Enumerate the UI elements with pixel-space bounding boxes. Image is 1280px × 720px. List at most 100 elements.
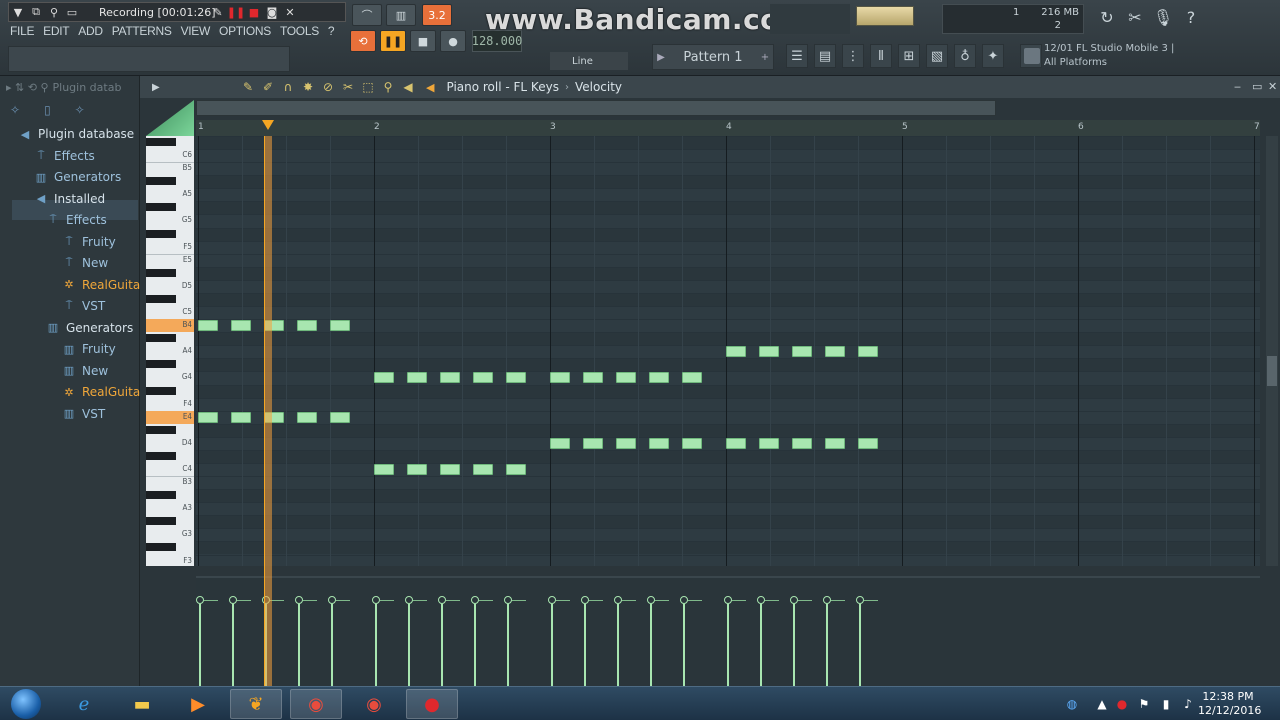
menu-file[interactable]: FILE [10, 24, 34, 38]
record-button[interactable]: ● [440, 30, 466, 52]
note[interactable] [726, 346, 746, 358]
velocity-handle[interactable] [438, 596, 446, 604]
velocity-lane[interactable] [196, 576, 1260, 686]
note[interactable] [792, 346, 812, 358]
note[interactable] [330, 411, 350, 423]
note[interactable] [682, 437, 702, 449]
velocity-bar[interactable] [474, 604, 476, 686]
note[interactable] [550, 437, 570, 449]
velocity-handle[interactable] [614, 596, 622, 604]
tools-icon[interactable]: ✦ [982, 44, 1004, 68]
note[interactable] [759, 437, 779, 449]
note[interactable] [374, 372, 394, 384]
black-key[interactable] [146, 386, 176, 395]
velocity-handle[interactable] [724, 596, 732, 604]
velocity-bar[interactable] [298, 604, 300, 686]
black-key[interactable] [146, 138, 176, 146]
pattern-song-toggle[interactable]: ▥ [386, 4, 416, 26]
velocity-bar[interactable] [683, 604, 685, 686]
menu-help[interactable]: ? [328, 24, 335, 38]
velocity-handle[interactable] [471, 596, 479, 604]
note[interactable] [858, 346, 878, 358]
help-icon[interactable]: ? [1180, 6, 1202, 28]
velocity-handle[interactable] [328, 596, 336, 604]
cut-icon[interactable]: ✂ [1124, 6, 1146, 28]
vertical-scrollbar[interactable] [1266, 136, 1278, 566]
menu-options[interactable]: OPTIONS [219, 24, 271, 38]
browser-item[interactable]: ⍑ Effects [34, 146, 95, 166]
note[interactable] [506, 372, 526, 384]
browser-icon[interactable]: ▧ [926, 44, 948, 68]
bandicam-tray-icon[interactable]: ● [1114, 696, 1130, 712]
velocity-handle[interactable] [229, 596, 237, 604]
browser-item[interactable]: ⍑ Fruity [62, 232, 116, 252]
browser-item[interactable]: ▥ Generators [46, 318, 133, 338]
browser-item[interactable]: ✲ RealGuitar [62, 382, 145, 402]
camera-icon[interactable]: ◙ [263, 3, 281, 21]
velocity-bar[interactable] [584, 604, 586, 686]
velocity-handle[interactable] [405, 596, 413, 604]
snap-selector[interactable]: Line [550, 52, 628, 70]
magnet-icon[interactable]: ∩ [280, 79, 296, 95]
pencil-icon[interactable]: ✎ [209, 3, 227, 21]
velocity-handle[interactable] [680, 596, 688, 604]
collapse-icon[interactable]: ✧ [10, 103, 20, 117]
black-key[interactable] [146, 517, 176, 526]
pattern-prev-icon[interactable]: ▶ [653, 52, 669, 63]
piano-roll-mode[interactable]: Velocity [575, 80, 622, 94]
note[interactable] [759, 346, 779, 358]
velocity-bar[interactable] [375, 604, 377, 686]
select-icon[interactable]: ⬚ [360, 79, 376, 95]
black-key[interactable] [146, 334, 176, 343]
stop-button[interactable]: ■ [410, 30, 436, 52]
note[interactable] [231, 320, 251, 332]
loop-icon[interactable]: ⟲ [350, 30, 376, 52]
note[interactable] [440, 464, 460, 475]
piano-roll-icon[interactable]: ▤ [814, 44, 836, 68]
velocity-bar[interactable] [199, 604, 201, 686]
velocity-bar[interactable] [507, 604, 509, 686]
menu-arrow-icon[interactable]: ▶ [152, 82, 160, 93]
browser-item[interactable]: ▥ VST [62, 404, 105, 424]
undo-icon[interactable]: ↻ [1096, 6, 1118, 28]
time-sig-badge[interactable]: 3.2 [422, 4, 452, 26]
velocity-bar[interactable] [760, 604, 762, 686]
browser-item[interactable]: ⍑ VST [62, 296, 105, 316]
black-key[interactable] [146, 203, 176, 212]
velocity-handle[interactable] [581, 596, 589, 604]
velocity-handle[interactable] [647, 596, 655, 604]
file-explorer-icon[interactable]: ▬ [116, 689, 168, 719]
chrome-icon[interactable]: ◉ [290, 689, 342, 719]
playlist-icon[interactable]: ☰ [786, 44, 808, 68]
mixer-icon[interactable]: ⫴ [870, 44, 892, 68]
piano-keyboard[interactable]: C6 B5 A5 G5 F5 E5 D5 C5 B4 A4 G4 F4 E4 D4 C4 B3 A3 G3 F3 [146, 136, 194, 566]
black-key[interactable] [146, 491, 176, 500]
bandicam-icon[interactable]: ● [406, 689, 458, 719]
action-center-icon[interactable]: ⚑ [1136, 696, 1152, 712]
black-key[interactable] [146, 229, 176, 238]
menu-tools[interactable]: TOOLS [280, 24, 319, 38]
draw-icon[interactable]: ✎ [240, 79, 256, 95]
velocity-handle[interactable] [856, 596, 864, 604]
minimize-icon[interactable]: ‒ [1234, 80, 1241, 93]
note-grid[interactable] [196, 136, 1260, 566]
chrome-icon[interactable]: ◉ [348, 689, 400, 719]
velocity-handle[interactable] [295, 596, 303, 604]
note[interactable] [297, 320, 317, 332]
pattern-add-icon[interactable]: + [757, 52, 773, 63]
note[interactable] [583, 372, 603, 384]
browser-item[interactable]: ◀ Installed [34, 189, 105, 209]
close-icon[interactable]: ✕ [281, 3, 299, 21]
add-icon[interactable]: ✧ [75, 103, 85, 117]
black-key[interactable] [146, 360, 176, 369]
black-key[interactable] [146, 543, 176, 552]
zoom-corner[interactable] [146, 100, 194, 136]
channel-rack-icon[interactable]: ⋮ [842, 44, 864, 68]
note[interactable] [297, 411, 317, 423]
start-button[interactable] [6, 688, 46, 720]
velocity-bar[interactable] [408, 604, 410, 686]
black-key[interactable] [146, 451, 176, 460]
note[interactable] [583, 437, 603, 449]
news-panel[interactable]: 12/01 FL Studio Mobile 3 | All Platforms [1024, 42, 1204, 72]
search-icon[interactable]: ⚲ [45, 3, 63, 21]
